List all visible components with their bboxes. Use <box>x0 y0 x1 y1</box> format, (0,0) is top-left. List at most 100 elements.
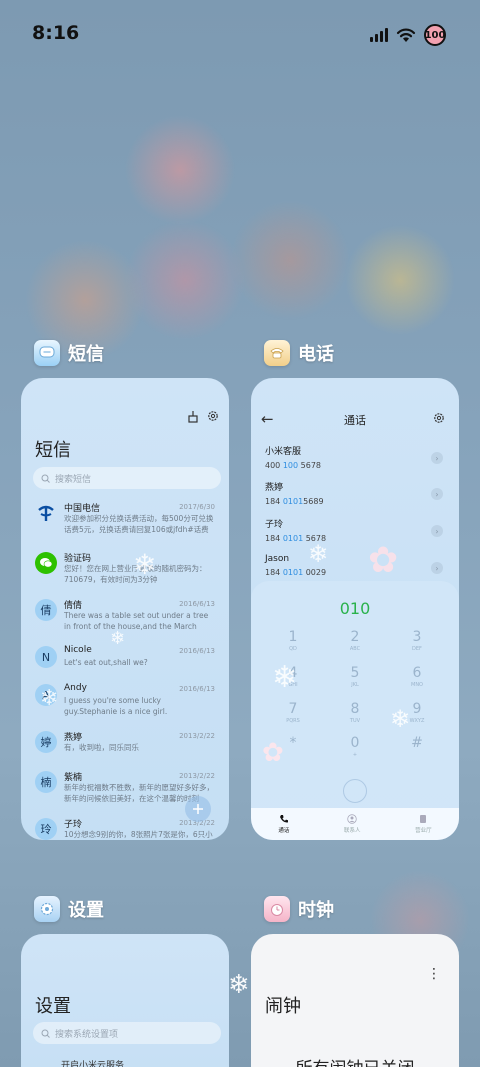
avatar: 婷 <box>35 731 57 753</box>
search-input[interactable]: 搜索短信 <box>33 467 221 489</box>
status-bar: 8:16 100 <box>0 0 480 70</box>
chevron-right-icon[interactable]: › <box>431 562 443 574</box>
app-label-messages[interactable]: 短信 <box>34 340 104 366</box>
contact-name: Jason <box>265 554 290 564</box>
contact-row[interactable]: 小米客服 400 100 5678 › <box>265 444 447 478</box>
compose-icon <box>193 804 203 814</box>
empty-state-text: 所有闹钟已关闭 <box>251 1054 459 1067</box>
page-title: 短信 <box>35 440 71 461</box>
snowflake-icon: ❄ <box>133 548 157 581</box>
contact-number: 184 01015689 <box>265 497 324 506</box>
thread-name: Andy <box>64 683 87 693</box>
dial-key-hash[interactable]: # <box>387 735 447 752</box>
thread-date: 2017/6/30 <box>179 503 215 511</box>
app-label-settings[interactable]: 设置 <box>34 896 104 922</box>
thread-preview: 10分想念9别的你，8张照片7张是你，6只小鸟5只像你，4根骨头3根给你，2只 <box>64 830 213 839</box>
contact-row[interactable]: 子玲 184 0101 5678 › <box>265 517 447 551</box>
clean-icon[interactable] <box>187 410 199 423</box>
message-thread[interactable]: 中国电信 2017/6/30 欢迎参加积分兑换话费活动，每500分可兑换话费5元… <box>21 498 229 545</box>
tab-contacts[interactable]: 联系人 <box>344 814 360 834</box>
messages-app-card[interactable]: 短信 搜索短信 中国电信 2017/6/30 欢迎参加积分兑换话费活动，每500… <box>21 378 229 840</box>
dial-key-1[interactable]: 1 QD <box>263 629 323 652</box>
clock-app-card[interactable]: ⋮ 闹钟 所有闹钟已关闭 <box>251 934 459 1067</box>
dial-key-6[interactable]: 6 MNO <box>387 665 447 688</box>
phone-tab-bar: 通话 联系人 营业厅 <box>251 808 459 840</box>
app-label-phone[interactable]: 电话 <box>264 340 334 366</box>
app-name: 设置 <box>68 900 104 921</box>
store-icon <box>420 815 427 823</box>
flower-icon: ✿ <box>262 738 284 768</box>
chevron-right-icon[interactable]: › <box>431 525 443 537</box>
phone-icon <box>279 815 288 823</box>
thread-preview: There was a table set out under a tree i… <box>64 611 209 631</box>
messages-toolbar <box>187 410 219 423</box>
wifi-icon <box>396 28 416 42</box>
dial-key-2[interactable]: 2 ABC <box>325 629 385 652</box>
app-name: 短信 <box>68 344 104 365</box>
thread-preview: 有，收到啦，同乐同乐 <box>64 743 139 752</box>
thread-preview: Let's eat out,shall we? <box>64 658 148 667</box>
message-thread[interactable]: 婷 燕婷 2013/2/22 有，收到啦，同乐同乐 <box>21 727 229 767</box>
page-title: 通话 <box>344 414 366 427</box>
thread-date: 2016/6/13 <box>179 600 215 608</box>
settings-app-icon <box>34 896 60 922</box>
settings-app-card[interactable]: 设置 搜索系统设置项 开启小米云服务 <box>21 934 229 1067</box>
phone-app-card[interactable]: ← 通话 小米客服 400 100 5678 › 燕婷 184 01015689… <box>251 378 459 840</box>
wechat-icon <box>35 552 57 574</box>
search-input[interactable]: 搜索系统设置项 <box>33 1022 221 1044</box>
cellular-signal-icon <box>370 28 388 42</box>
contact-row[interactable]: 燕婷 184 01015689 › <box>265 480 447 514</box>
tab-calls[interactable]: 通话 <box>278 814 289 834</box>
thread-date: 2016/6/13 <box>179 685 215 693</box>
snowflake-icon: ❄ <box>272 660 298 695</box>
compose-button[interactable] <box>185 796 211 822</box>
app-name: 电话 <box>298 344 334 365</box>
status-time: 8:16 <box>32 22 80 44</box>
thread-preview: 欢迎参加积分兑换话费活动，每500分可兑换话费5元，兑换话费请回复106或jfd… <box>64 514 214 534</box>
contact-name: 小米客服 <box>265 447 302 457</box>
snowflake-icon: ❄ <box>40 686 59 711</box>
app-name: 时钟 <box>298 900 334 921</box>
chevron-right-icon[interactable]: › <box>431 452 443 464</box>
snowflake-icon: ❄ <box>110 628 126 649</box>
call-button[interactable] <box>343 779 367 803</box>
snowflake-icon: ❄ <box>390 705 411 733</box>
gear-icon[interactable] <box>433 412 445 424</box>
search-icon <box>41 474 50 483</box>
dial-key-5[interactable]: 5 JKL <box>325 665 385 688</box>
message-thread[interactable]: 验证码 您好！您在网上营业厅登录的随机密码为：710679，有效时间为3分钟 <box>21 548 229 595</box>
thread-date: 2013/2/22 <box>179 732 215 740</box>
tab-store[interactable]: 营业厅 <box>415 814 432 834</box>
settings-item-mi-cloud[interactable]: 开启小米云服务 <box>61 1058 124 1067</box>
dial-key-0[interactable]: 0 + <box>325 735 385 758</box>
avatar: 倩 <box>35 599 57 621</box>
clock-app-icon <box>264 896 290 922</box>
thread-date: 2016/6/13 <box>179 647 215 655</box>
message-thread-list: 中国电信 2017/6/30 欢迎参加积分兑换话费活动，每500分可兑换话费5元… <box>21 498 229 840</box>
dial-key-7[interactable]: 7 PQRS <box>263 701 323 724</box>
contact-number: 400 100 5678 <box>265 461 321 470</box>
dial-input[interactable]: 010 <box>251 599 459 618</box>
phone-header: ← 通话 <box>251 410 459 430</box>
search-placeholder: 搜索系统设置项 <box>55 1029 119 1040</box>
more-icon[interactable]: ⋮ <box>427 966 441 982</box>
page-title: 设置 <box>35 996 71 1017</box>
contact-number: 184 0101 5678 <box>265 534 327 543</box>
avatar: 玲 <box>35 818 57 840</box>
battery-icon: 100 <box>424 24 446 46</box>
chevron-right-icon[interactable]: › <box>431 488 443 500</box>
flower-icon: ✿ <box>368 540 399 581</box>
snowflake-icon: ❄ <box>308 540 329 568</box>
contact-name: 子玲 <box>265 520 284 530</box>
snowflake-icon: ❄ <box>228 970 250 1000</box>
thread-name: Nicole <box>64 645 92 655</box>
search-icon <box>41 1029 50 1038</box>
dial-key-3[interactable]: 3 DEF <box>387 629 447 652</box>
phone-app-icon <box>264 340 290 366</box>
gear-icon[interactable] <box>207 410 219 422</box>
contact-name: 燕婷 <box>265 483 284 493</box>
app-label-clock[interactable]: 时钟 <box>264 896 334 922</box>
avatar: 楠 <box>35 771 57 793</box>
dial-key-8[interactable]: 8 TUV <box>325 701 385 724</box>
search-placeholder: 搜索短信 <box>55 474 92 485</box>
